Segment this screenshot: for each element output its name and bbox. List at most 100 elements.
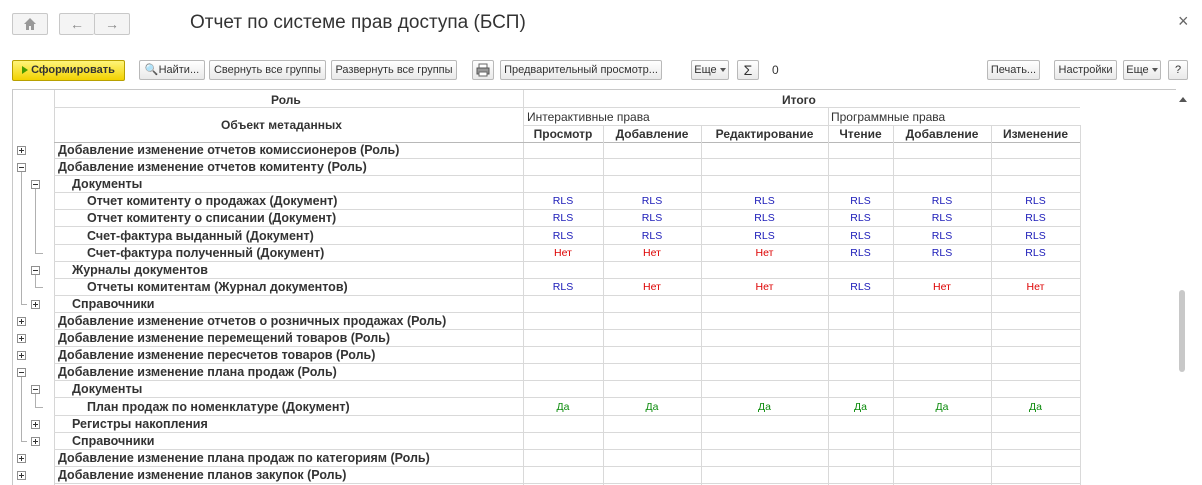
table-row[interactable]: Добавление изменение планов закупок (Рол… <box>13 467 1081 484</box>
row-label: Добавление изменение планов закупок (Рол… <box>58 468 347 482</box>
table-row[interactable]: Отчеты комитентам (Журнал документов) RLS… <box>13 279 1081 296</box>
value-cell: RLS <box>552 212 574 224</box>
table-row[interactable]: Журналы документов <box>13 262 1081 279</box>
table-row[interactable]: План продаж по номенклатуре (Документ) Да… <box>13 399 1081 416</box>
table-row[interactable]: Документы <box>13 176 1081 193</box>
value-cell: RLS <box>850 230 871 242</box>
expand-icon[interactable] <box>31 300 40 309</box>
value-cell: RLS <box>754 212 775 224</box>
find-button[interactable]: 🔍Найти... <box>139 60 205 80</box>
table-row[interactable]: Добавление изменение отчетов комиссионер… <box>13 142 1081 159</box>
collapse-icon[interactable] <box>17 368 26 377</box>
table-row[interactable]: Документы <box>13 381 1081 398</box>
column-header: Добавление <box>905 127 979 141</box>
table-row[interactable]: Добавление изменение плана продаж (Роль) <box>13 364 1081 381</box>
table-row[interactable]: Отчет комитенту о продажах (Документ) RLS… <box>13 193 1081 210</box>
table-row[interactable]: Добавление изменение пересчетов товаров … <box>13 347 1081 364</box>
form-report-button[interactable]: Сформировать <box>12 60 125 81</box>
value-cell: RLS <box>1025 247 1046 259</box>
value-cell: RLS <box>641 230 663 242</box>
arrow-right-icon: → <box>105 16 119 32</box>
collapse-icon[interactable] <box>31 266 40 275</box>
value-cell: Да <box>935 401 949 413</box>
header-interactive: Интерактивные права <box>527 110 650 124</box>
sum-button[interactable]: Σ <box>737 60 759 80</box>
help-button[interactable]: ? <box>1168 60 1188 80</box>
table-row[interactable]: Справочники <box>13 433 1081 450</box>
value-cell: Нет <box>554 247 572 259</box>
tree-connector <box>35 189 36 253</box>
value-cell: Нет <box>1026 281 1045 293</box>
value-cell: Да <box>556 401 570 413</box>
value-cell: RLS <box>1025 195 1046 207</box>
table-row[interactable]: Регистры накопления <box>13 416 1081 433</box>
more-button[interactable]: Еще <box>691 60 729 80</box>
expand-icon[interactable] <box>31 420 40 429</box>
expand-icon[interactable] <box>31 437 40 446</box>
table-row[interactable]: Добавление изменение отчетов комитенту (… <box>13 159 1081 176</box>
row-label: Справочники <box>72 297 155 311</box>
tree-connector <box>35 394 36 407</box>
page-title: Отчет по системе прав доступа (БСП) <box>190 12 526 33</box>
print-button[interactable]: Печать... <box>987 60 1040 80</box>
tree-connector <box>21 441 27 442</box>
row-label: План продаж по номенклатуре (Документ) <box>87 400 350 414</box>
report-table[interactable]: Роль Объект метаданных Итого Интерактивн… <box>12 89 1189 485</box>
preview-button[interactable]: Предварительный просмотр... <box>500 60 662 80</box>
tree-connector <box>21 377 22 441</box>
collapse-icon[interactable] <box>31 180 40 189</box>
expand-icon[interactable] <box>17 471 26 480</box>
row-label: Добавление изменение перемещений товаров… <box>58 331 391 345</box>
expand-icon[interactable] <box>17 351 26 360</box>
row-label: Добавление изменение плана продаж по кат… <box>58 451 430 465</box>
table-row[interactable]: Счет-фактура полученный (Документ) Нет Нет… <box>13 245 1081 262</box>
table-row[interactable]: Отчет комитенту о списании (Документ) RLS… <box>13 210 1081 227</box>
value-cell: RLS <box>1025 212 1046 224</box>
value-cell: RLS <box>850 247 871 259</box>
table-row[interactable]: Счет-фактура выданный (Документ) RLS RLS RL… <box>13 228 1081 245</box>
more-button-right[interactable]: Еще <box>1123 60 1161 80</box>
value-cell: RLS <box>931 230 953 242</box>
chevron-down-icon <box>719 68 726 73</box>
value-cell: Да <box>854 401 867 413</box>
print-preview-icon-button[interactable] <box>472 60 494 80</box>
value-cell: RLS <box>552 281 574 293</box>
row-label: Справочники <box>72 434 155 448</box>
settings-button[interactable]: Настройки <box>1054 60 1117 80</box>
table-row[interactable]: Справочники <box>13 296 1081 313</box>
table-row[interactable]: Добавление изменение отчетов о розничных… <box>13 313 1081 330</box>
tree-connector <box>35 253 43 254</box>
value-cell: Да <box>645 401 659 413</box>
expand-icon[interactable] <box>17 454 26 463</box>
collapse-icon[interactable] <box>17 163 26 172</box>
row-label: Документы <box>72 177 143 191</box>
collapse-all-button[interactable]: Свернуть все группы <box>209 60 326 80</box>
table-row[interactable]: Добавление изменение перемещений товаров… <box>13 330 1081 347</box>
value-cell: RLS <box>931 195 953 207</box>
tree-connector <box>21 172 22 304</box>
header-total: Итого <box>782 93 816 107</box>
row-label: Регистры накопления <box>72 417 208 431</box>
expand-icon[interactable] <box>17 334 26 343</box>
expand-icon[interactable] <box>17 317 26 326</box>
value-cell: Нет <box>643 281 661 293</box>
value-cell: RLS <box>552 195 574 207</box>
arrow-left-icon: ← <box>70 16 84 32</box>
column-header: Редактирование <box>715 127 814 141</box>
expand-all-button[interactable]: Развернуть все группы <box>331 60 457 80</box>
forward-button[interactable]: → <box>94 13 130 35</box>
back-button[interactable]: ← <box>59 13 94 35</box>
expand-icon[interactable] <box>17 146 26 155</box>
close-icon[interactable]: × <box>1178 11 1189 32</box>
vertical-scrollbar[interactable] <box>1176 89 1190 484</box>
value-cell: RLS <box>931 247 953 259</box>
value-cell: Да <box>758 401 771 413</box>
header-program: Программные права <box>831 110 946 124</box>
scroll-up-icon[interactable] <box>1179 97 1187 102</box>
table-row[interactable]: Добавление изменение плана продаж по кат… <box>13 450 1081 467</box>
scrollbar-thumb[interactable] <box>1179 290 1185 372</box>
row-label: Документы <box>72 382 143 396</box>
collapse-icon[interactable] <box>31 385 40 394</box>
home-button[interactable] <box>12 13 48 35</box>
value-cell: Нет <box>755 247 774 259</box>
